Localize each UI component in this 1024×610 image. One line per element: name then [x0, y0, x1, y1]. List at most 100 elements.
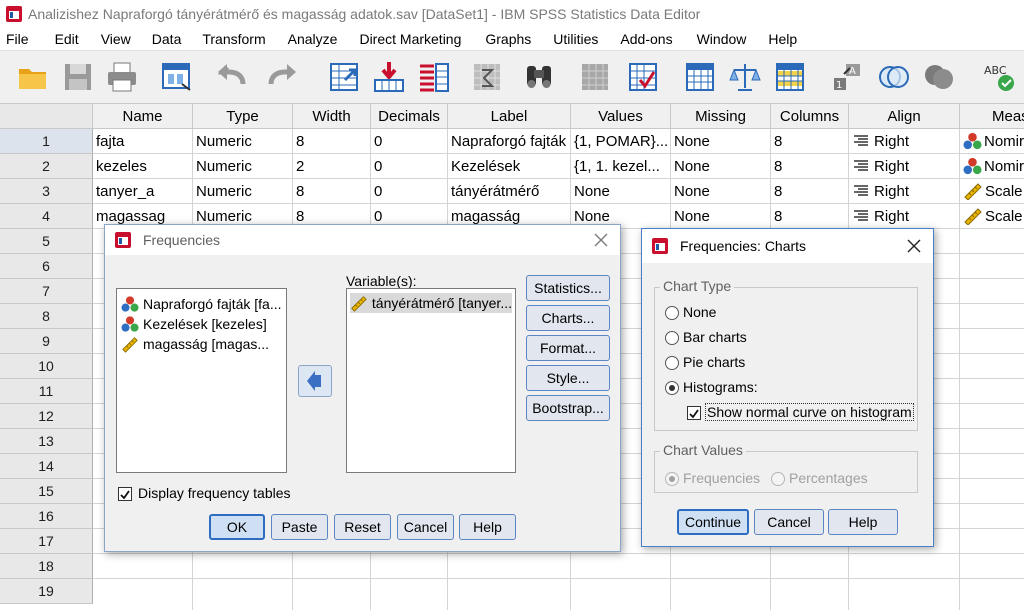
normal-curve-label[interactable]: Show normal curve on histogram — [705, 403, 914, 421]
save-icon[interactable] — [61, 60, 95, 94]
cell-label[interactable]: tányérátmérő — [448, 179, 571, 204]
bootstrap-button[interactable]: Bootstrap... — [526, 395, 610, 421]
cell-name[interactable]: fajta — [93, 129, 193, 154]
row-number[interactable]: 11 — [0, 379, 93, 404]
source-variable-item[interactable]: Napraforgó fajták [fa... — [121, 294, 282, 314]
radio-percentages[interactable] — [771, 472, 785, 486]
find-icon[interactable] — [522, 60, 556, 94]
cell-decimals[interactable]: 0 — [371, 129, 448, 154]
cell-values[interactable]: {1, POMAR}... — [571, 129, 671, 154]
cell-width[interactable]: 8 — [293, 129, 371, 154]
row-number[interactable]: 9 — [0, 329, 93, 354]
cell-align[interactable]: Right — [849, 129, 960, 154]
row-number[interactable]: 16 — [0, 504, 93, 529]
weight-cases-icon[interactable] — [728, 60, 762, 94]
menu-help[interactable]: Help — [746, 31, 797, 47]
row-number[interactable]: 12 — [0, 404, 93, 429]
menu-window[interactable]: Window — [673, 31, 747, 47]
radio-pie-charts-label[interactable]: Pie charts — [683, 354, 745, 370]
print-icon[interactable] — [105, 60, 139, 94]
cell-width[interactable]: 2 — [293, 154, 371, 179]
run-descriptives-icon[interactable] — [470, 60, 504, 94]
spell-check-icon[interactable]: ABC — [982, 60, 1016, 94]
menu-utilities[interactable]: Utilities — [531, 31, 598, 47]
insert-cases-icon[interactable] — [578, 60, 612, 94]
row-number[interactable]: 1 — [0, 129, 93, 154]
cell-name[interactable]: tanyer_a — [93, 179, 193, 204]
radio-bar-charts[interactable] — [665, 331, 679, 345]
menu-analyze[interactable]: Analyze — [266, 31, 338, 47]
col-header-missing[interactable]: Missing — [671, 104, 771, 129]
menu-direct-marketing[interactable]: Direct Marketing — [337, 31, 461, 47]
col-header-name[interactable]: Name — [93, 104, 193, 129]
cell-columns[interactable]: 8 — [771, 129, 849, 154]
charts-cancel-button[interactable]: Cancel — [754, 509, 824, 535]
display-frequency-tables-checkbox[interactable] — [118, 487, 132, 501]
menu-add-ons[interactable]: Add-ons — [598, 31, 672, 47]
cell-width[interactable]: 8 — [293, 179, 371, 204]
charts-help-button[interactable]: Help — [828, 509, 898, 535]
cell-align[interactable]: Right — [849, 154, 960, 179]
cell-type[interactable]: Numeric — [193, 179, 293, 204]
radio-bar-charts-label[interactable]: Bar charts — [683, 329, 747, 345]
menu-data[interactable]: Data — [131, 31, 182, 47]
cell-measure[interactable]: Nomir — [960, 154, 1024, 179]
cell-missing[interactable]: None — [671, 179, 771, 204]
style-button[interactable]: Style... — [526, 365, 610, 391]
source-variable-item[interactable]: magasság [magas... — [121, 334, 269, 354]
source-variable-item[interactable]: Kezelések [kezeles] — [121, 314, 267, 334]
close-icon[interactable] — [592, 231, 610, 249]
col-header-label[interactable]: Label — [448, 104, 571, 129]
menu-file[interactable]: File — [0, 31, 29, 47]
cell-type[interactable]: Numeric — [193, 129, 293, 154]
cell-measure[interactable]: Nomir — [960, 129, 1024, 154]
cell-columns[interactable]: 8 — [771, 154, 849, 179]
radio-none-label[interactable]: None — [683, 304, 716, 320]
undo-icon[interactable] — [215, 60, 249, 94]
cell-name[interactable]: kezeles — [93, 154, 193, 179]
cell-measure[interactable]: Scale — [960, 179, 1024, 204]
row-number[interactable]: 10 — [0, 354, 93, 379]
menu-edit[interactable]: Edit — [29, 31, 79, 47]
format-button[interactable]: Format... — [526, 335, 610, 361]
cell-type[interactable]: Numeric — [193, 154, 293, 179]
radio-pie-charts[interactable] — [665, 356, 679, 370]
row-number[interactable]: 19 — [0, 579, 93, 604]
value-labels-icon[interactable]: 1A — [830, 60, 864, 94]
row-number[interactable]: 5 — [0, 229, 93, 254]
help-button[interactable]: Help — [459, 514, 516, 540]
col-header-width[interactable]: Width — [293, 104, 371, 129]
reset-button[interactable]: Reset — [334, 514, 391, 540]
charts-button[interactable]: Charts... — [526, 305, 610, 331]
radio-histograms[interactable] — [665, 381, 679, 395]
goto-case-icon[interactable] — [327, 60, 361, 94]
menu-transform[interactable]: Transform — [181, 31, 265, 47]
source-variable-list[interactable]: Napraforgó fajták [fa... Kezelések [keze… — [116, 288, 287, 473]
display-frequency-tables-label[interactable]: Display frequency tables — [138, 485, 291, 501]
select-cases-icon[interactable] — [773, 60, 807, 94]
row-number[interactable]: 6 — [0, 254, 93, 279]
cell-align[interactable]: Right — [849, 204, 960, 229]
cell-decimals[interactable]: 0 — [371, 179, 448, 204]
redo-icon[interactable] — [265, 60, 299, 94]
cell-missing[interactable]: None — [671, 204, 771, 229]
col-header-measure[interactable]: Meas — [960, 104, 1024, 129]
cell-label[interactable]: Kezelések — [448, 154, 571, 179]
normal-curve-checkbox[interactable] — [687, 406, 701, 420]
goto-variable-icon[interactable] — [372, 60, 406, 94]
row-number[interactable]: 17 — [0, 529, 93, 554]
recall-dialog-icon[interactable] — [160, 60, 194, 94]
row-number[interactable]: 14 — [0, 454, 93, 479]
move-variable-button[interactable] — [298, 365, 332, 397]
open-icon[interactable] — [16, 60, 50, 94]
cell-missing[interactable]: None — [671, 129, 771, 154]
cell-align[interactable]: Right — [849, 179, 960, 204]
row-number[interactable]: 18 — [0, 554, 93, 579]
menu-graphs[interactable]: Graphs — [461, 31, 531, 47]
show-all-variables-icon[interactable] — [922, 60, 956, 94]
insert-variable-icon[interactable] — [626, 60, 660, 94]
col-header-columns[interactable]: Columns — [771, 104, 849, 129]
target-variable-item[interactable]: tányérátmérő [tanyer... — [350, 293, 512, 313]
statistics-button[interactable]: Statistics... — [526, 275, 610, 301]
row-number[interactable]: 13 — [0, 429, 93, 454]
